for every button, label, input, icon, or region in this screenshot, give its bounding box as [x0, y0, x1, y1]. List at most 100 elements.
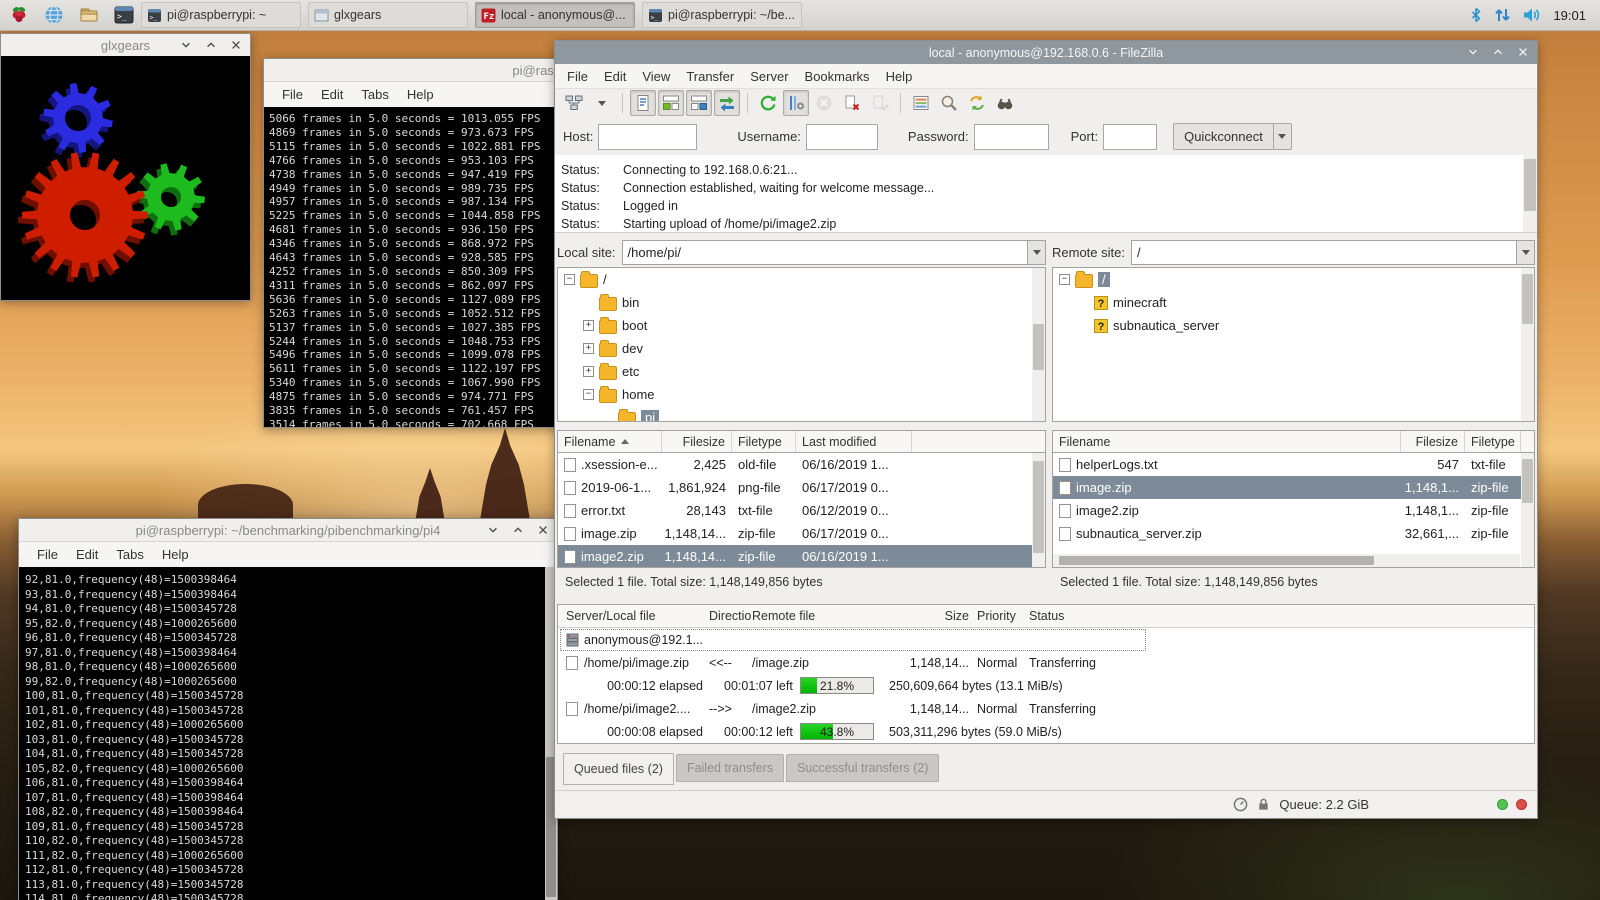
menu-file[interactable]: File [559, 67, 596, 86]
menu-tabs[interactable]: Tabs [353, 85, 396, 104]
taskbar-window-local-anonymous[interactable]: Fzlocal - anonymous@... [475, 2, 635, 28]
maximize-icon[interactable] [1492, 46, 1504, 58]
expand-icon[interactable]: + [583, 366, 594, 377]
expand-icon[interactable]: + [583, 320, 594, 331]
minimize-icon[interactable] [487, 524, 499, 536]
site-manager-dropdown-icon[interactable] [589, 90, 615, 116]
file-row-xsession-e[interactable]: .xsession-e...2,425old-file06/16/2019 1.… [558, 453, 1045, 476]
disconnect-icon[interactable] [839, 90, 865, 116]
combo-dropdown-button[interactable] [1516, 241, 1534, 264]
toggle-local-tree-icon[interactable] [658, 90, 684, 116]
tree-item-minecraft[interactable]: ?minecraft [1053, 291, 1534, 314]
quickconnect-button[interactable]: Quickconnect [1173, 123, 1274, 150]
minimize-icon[interactable] [180, 39, 192, 51]
file-manager-icon[interactable] [76, 2, 102, 28]
maximize-icon[interactable] [512, 524, 524, 536]
menu-transfer[interactable]: Transfer [678, 67, 742, 86]
refresh-icon[interactable] [755, 90, 781, 116]
column-header-filetype[interactable]: Filetype [732, 431, 796, 452]
host-input[interactable] [598, 124, 697, 150]
quickconnect-dropdown[interactable] [1274, 123, 1292, 150]
remote-files-scrollbar[interactable] [1521, 453, 1534, 567]
file-row-subnautica-server-zip[interactable]: subnautica_server.zip32,661,...zip-file [1053, 522, 1534, 545]
file-row-error-txt[interactable]: error.txt28,143txt-file06/12/2019 0... [558, 499, 1045, 522]
terminal2-output[interactable]: 92,81.0,frequency(48)=150039846493,81.0,… [19, 567, 557, 900]
local-site-combo[interactable]: /home/pi/ [622, 240, 1046, 265]
message-log-scrollbar[interactable] [1523, 155, 1537, 232]
close-icon[interactable] [230, 39, 242, 51]
column-header-filename[interactable]: Filename [1053, 431, 1401, 452]
reconnect-icon[interactable] [867, 90, 893, 116]
file-row-image2-zip[interactable]: image2.zip1,148,1...zip-file [1053, 499, 1534, 522]
speed-limits-icon[interactable] [1233, 797, 1248, 812]
close-icon[interactable] [537, 524, 549, 536]
collapse-icon[interactable]: − [583, 389, 594, 400]
local-files-scrollbar[interactable] [1032, 453, 1045, 567]
file-row-image2-zip[interactable]: image2.zip1,148,14...zip-file06/16/2019 … [558, 545, 1045, 568]
menu-help[interactable]: Help [878, 67, 921, 86]
bluetooth-icon[interactable] [1469, 6, 1483, 24]
toggle-transfer-queue-icon[interactable] [714, 90, 740, 116]
find-files-icon[interactable] [992, 90, 1018, 116]
menu-file[interactable]: File [29, 545, 66, 564]
toggle-message-log-icon[interactable] [630, 90, 656, 116]
remote-files-hscrollbar[interactable] [1053, 554, 1520, 567]
process-queue-icon[interactable] [783, 90, 809, 116]
file-row-helperlogs-txt[interactable]: helperLogs.txt547txt-file [1053, 453, 1534, 476]
minimize-icon[interactable] [1467, 46, 1479, 58]
tree-item-subnautica-server[interactable]: ?subnautica_server [1053, 314, 1534, 337]
menu-view[interactable]: View [634, 67, 678, 86]
password-input[interactable] [974, 124, 1049, 150]
tree-item-[interactable]: −/ [1053, 268, 1534, 291]
directory-listing-filters-icon[interactable] [908, 90, 934, 116]
expand-icon[interactable]: + [583, 343, 594, 354]
queue-column-size[interactable]: Size [898, 605, 969, 627]
synchronized-browsing-icon[interactable] [964, 90, 990, 116]
menu-server[interactable]: Server [742, 67, 796, 86]
terminal2-titlebar[interactable]: pi@raspberrypi: ~/benchmarking/pibenchma… [19, 519, 557, 542]
queue-transfer-row-1[interactable]: /home/pi/image.zip<<--/image.zip1,148,14… [558, 651, 1534, 674]
collapse-icon[interactable]: − [564, 274, 575, 285]
tree-item-dev[interactable]: +dev [558, 337, 1045, 360]
remote-tree-scrollbar[interactable] [1521, 268, 1534, 421]
menu-edit[interactable]: Edit [68, 545, 106, 564]
collapse-icon[interactable]: − [1059, 274, 1070, 285]
column-header-filesize[interactable]: Filesize [662, 431, 732, 452]
column-header-filesize[interactable]: Filesize [1401, 431, 1465, 452]
port-input[interactable] [1103, 124, 1157, 150]
taskbar-window-pi-raspberrypi-be[interactable]: >_pi@raspberrypi: ~/be... [642, 2, 802, 28]
queue-server-row[interactable]: anonymous@192.1... [558, 628, 1534, 651]
column-header-last-modified[interactable]: Last modified [796, 431, 912, 452]
cancel-operation-icon[interactable] [811, 90, 837, 116]
maximize-icon[interactable] [205, 39, 217, 51]
column-header-filename[interactable]: Filename [558, 431, 662, 452]
combo-dropdown-button[interactable] [1027, 241, 1045, 264]
directory-comparison-icon[interactable] [936, 90, 962, 116]
volume-icon[interactable] [1522, 6, 1542, 24]
tree-item-home[interactable]: −home [558, 383, 1045, 406]
tree-item-pi[interactable]: pi [558, 406, 1045, 422]
queue-column-status[interactable]: Status [1029, 605, 1064, 627]
menu-edit[interactable]: Edit [313, 85, 351, 104]
taskbar-window-glxgears[interactable]: glxgears [308, 2, 468, 28]
terminal-launcher-icon[interactable]: >_ [111, 2, 137, 28]
queue-column-directio[interactable]: Directio [709, 605, 751, 627]
filezilla-titlebar[interactable]: local - anonymous@192.168.0.6 - FileZill… [555, 41, 1537, 64]
tab-queued-files-2[interactable]: Queued files (2) [563, 753, 674, 785]
queue-column-priority[interactable]: Priority [977, 605, 1016, 627]
menu-file[interactable]: File [274, 85, 311, 104]
menu-tabs[interactable]: Tabs [108, 545, 151, 564]
local-tree-scrollbar[interactable] [1032, 268, 1045, 421]
tree-item-boot[interactable]: +boot [558, 314, 1045, 337]
queue-transfer-row-2[interactable]: /home/pi/image2....-->>/image2.zip1,148,… [558, 697, 1534, 720]
queue-column-server-local-file[interactable]: Server/Local file [566, 605, 656, 627]
file-row-image-zip[interactable]: image.zip1,148,14...zip-file06/17/2019 0… [558, 522, 1045, 545]
file-row-image-zip[interactable]: image.zip1,148,1...zip-file [1053, 476, 1534, 499]
tree-item-bin[interactable]: bin [558, 291, 1045, 314]
menu-raspberry-icon[interactable] [6, 2, 32, 28]
remote-site-combo[interactable]: / [1131, 240, 1535, 265]
tree-item-[interactable]: −/ [558, 268, 1045, 291]
clock[interactable]: 19:01 [1553, 8, 1586, 23]
tree-item-etc[interactable]: +etc [558, 360, 1045, 383]
menu-help[interactable]: Help [399, 85, 442, 104]
